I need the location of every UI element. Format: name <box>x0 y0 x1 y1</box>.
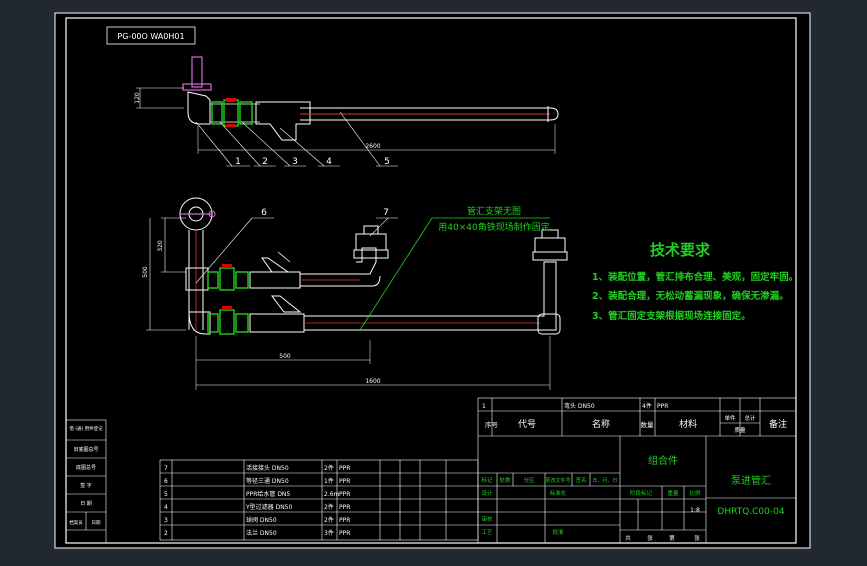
tb-zone: 分区 <box>523 476 535 484</box>
bom-name: Y型过滤器 DN50 <box>245 503 292 511</box>
tb-row1-qty: 4件 <box>642 402 652 410</box>
tb-mark: 标记 <box>481 476 493 484</box>
head-qty: 数量 <box>641 420 655 429</box>
balloon-7: 7 <box>383 208 389 218</box>
side-item-5: 日 期 <box>80 501 92 507</box>
bom-no: 5 <box>164 491 168 498</box>
bom-mat: PPR <box>339 517 350 524</box>
bom-mat: PPR <box>339 504 350 511</box>
head-total: 总计 <box>744 414 756 422</box>
side-item-2: 旧底图总号 <box>73 446 98 453</box>
bom-name: PPR给水管 DN5 <box>246 490 290 498</box>
bom-qty: 2件 <box>324 516 334 524</box>
head-mat: 材料 <box>679 418 697 430</box>
side-bottom-1: 档案员 <box>69 519 83 526</box>
tech-item-2: 2、装配合理，无松动蓄漏现象，确保无渗漏。 <box>592 290 789 302</box>
tb-approve: 批准 <box>552 528 564 536</box>
dim-500-v: 500 <box>142 266 149 278</box>
dim-1600: 1600 <box>365 378 380 385</box>
head-weight: 质量 <box>734 426 746 434</box>
bom-qty: 2件 <box>324 464 334 472</box>
head-no: 序号 <box>485 420 499 429</box>
part-name: 泵进管汇 <box>731 474 771 487</box>
dim-500-h: 500 <box>279 353 291 360</box>
side-bottom-2: 日期 <box>92 520 101 526</box>
head-code: 代号 <box>518 419 536 430</box>
tb-design: 设计 <box>481 489 493 497</box>
tb-process: 工艺 <box>481 529 493 536</box>
head-name: 名称 <box>592 418 610 430</box>
bom-qty: 1件 <box>324 477 334 485</box>
tb-sheet-no: 第 <box>669 534 675 542</box>
bom-no: 2 <box>164 530 168 537</box>
tb-check: 审核 <box>481 515 493 523</box>
tb-ratio: 比例 <box>689 489 701 497</box>
tb-row1-mat: PPR <box>657 403 668 410</box>
bom-name: 法兰 DN50 <box>246 529 277 537</box>
tb-sheet-unit: 张 <box>694 534 700 542</box>
head-remark: 备注 <box>769 418 787 430</box>
tb-sign: 签名 <box>575 476 586 484</box>
tb-scale: 1:8 <box>690 507 700 514</box>
balloon-1: 1 <box>235 157 241 167</box>
drawing-number: DHRTQ.C00-04 <box>717 507 784 517</box>
balloon-2: 2 <box>262 157 268 167</box>
tb-row1-no: 1 <box>482 403 486 410</box>
bom-mat: PPR <box>339 478 350 485</box>
code-box-text: PG-00O WA0H01 <box>117 32 184 41</box>
cad-viewport: PG-00O WA0H01 120 2600 1 2 3 4 5 320 500… <box>0 0 867 562</box>
support-note-1: 管汇支架无图 <box>467 205 521 217</box>
bom-mat: PPR <box>339 465 350 472</box>
support-note-2: 用40×40角铁现场制作固定 <box>438 221 549 233</box>
tb-row1-name: 弯头 DN50 <box>564 402 595 410</box>
tech-item-3: 3、管汇固定支架根据现场连接固定。 <box>592 310 751 322</box>
bom-name: 活接接头 DN50 <box>246 464 289 472</box>
assembly-label: 组合件 <box>648 454 678 467</box>
tb-stage-mark: 阶段标记 <box>630 489 653 497</box>
head-unit: 单件 <box>724 414 736 422</box>
tb-sheets-total: 共 <box>625 534 631 542</box>
bom-name: 等径三通 DN50 <box>246 477 289 485</box>
bom-name: 球阀 DN50 <box>246 516 277 524</box>
tb-weight: 重量 <box>667 489 679 497</box>
tb-standard: 标准化 <box>550 489 567 497</box>
side-item-3: 底图总号 <box>76 464 96 471</box>
bom-no: 7 <box>164 465 168 472</box>
dim-120: 120 <box>134 92 141 104</box>
bom-mat: PPR <box>339 491 350 498</box>
tb-date: 年、月、日 <box>592 477 617 484</box>
balloon-3: 3 <box>292 157 298 167</box>
tech-title: 技术要求 <box>650 241 711 259</box>
dim-320: 320 <box>157 240 164 252</box>
side-item-1: 借 (通) 用件登记 <box>69 425 103 432</box>
tb-sheets-of: 张 <box>647 534 653 542</box>
bom-no: 3 <box>164 517 168 524</box>
bom-qty: 2.6m <box>324 491 340 498</box>
tb-change-doc: 更改文件号 <box>545 477 570 484</box>
balloon-4: 4 <box>326 157 332 167</box>
bom-no: 4 <box>164 504 168 511</box>
balloon-5: 5 <box>384 157 390 167</box>
bom-qty: 2件 <box>324 503 334 511</box>
tech-item-1: 1、装配位置，管汇排布合理、美观，固定牢固。 <box>592 271 798 283</box>
tb-count: 处数 <box>499 476 511 484</box>
bom-mat: PPR <box>339 530 350 537</box>
bom-qty: 3件 <box>324 529 334 537</box>
cad-drawing: PG-00O WA0H01 120 2600 1 2 3 4 5 320 500… <box>54 12 811 549</box>
balloon-6: 6 <box>261 208 267 218</box>
side-item-4: 签 字 <box>80 482 92 489</box>
bom-no: 6 <box>164 478 168 485</box>
